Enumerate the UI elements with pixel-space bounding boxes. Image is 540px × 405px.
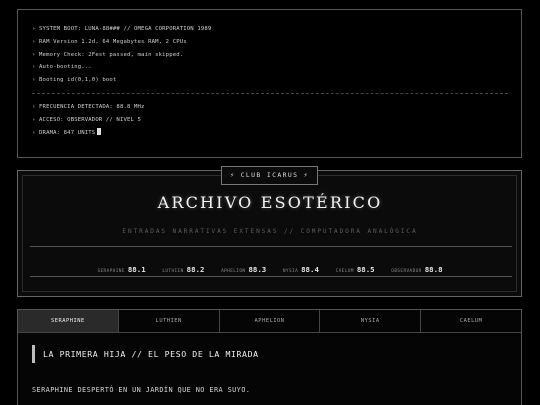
divider (30, 246, 512, 247)
frequency-list: SERAPHINE 88.1 LUTHIEN 88.2 APHELION 88.3 N… (0, 257, 540, 276)
terminal-line: › RAM Version 1.2d, 64 Megabytes RAM, 2 … (32, 38, 187, 45)
terminal-divider (32, 92, 508, 95)
story-text: SERAPHINE DESPERTÓ EN UN JARDÍN QUE NO E… (32, 386, 251, 394)
page-title: ARCHIVO ESOTÉRICO (157, 193, 383, 212)
frequency-value: 88.4 (301, 265, 319, 274)
frequency-name: OBSERVADOR (391, 269, 422, 274)
frequency-name: SERAPHINE (97, 269, 125, 274)
frequency-name: APHELION (221, 269, 246, 274)
frequency-name: LUTHIEN (162, 269, 184, 274)
terminal-line: › SYSTEM BOOT: LUNA-88### // OMEGA CORPO… (32, 26, 212, 32)
club-badge: ⚡ CLUB ICARUS ⚡ (221, 166, 318, 185)
heading-accent-bar (32, 345, 35, 363)
tab-seraphine[interactable]: SERAPHINE (18, 310, 119, 332)
story-title: LA PRIMERA HIJA // EL PESO DE LA MIRADA (43, 349, 259, 359)
page-subtitle: ENTRADAS NARRATIVAS EXTENSAS // COMPUTAD… (122, 228, 418, 235)
terminal-line-drama: › DRAMA: 847 UNITS (32, 127, 521, 140)
tab-aphelion[interactable]: APHELION (220, 310, 321, 332)
frequency-item-luthien: LUTHIEN 88.2 (162, 257, 204, 276)
boot-terminal: › SYSTEM BOOT: LUNA-88### // OMEGA CORPO… (17, 9, 522, 158)
cursor-block (97, 127, 102, 135)
frequency-item-observador: OBSERVADOR 88.8 (391, 257, 442, 276)
story-heading: LA PRIMERA HIJA // EL PESO DE LA MIRADA (32, 345, 258, 363)
frequency-value: 88.5 (356, 265, 375, 274)
character-tabs: SERAPHINE LUTHIEN APHELION NYSIA CAELUM (18, 310, 521, 333)
terminal-line: › Auto-booting... (32, 64, 92, 71)
tab-nysia[interactable]: NYSIA (320, 310, 422, 332)
terminal-line: › Memory Check: 2Fest passed, main skipp… (32, 51, 184, 58)
frequency-name: NYSIA (282, 269, 299, 274)
frequency-item-nysia: NYSIA 88.4 (283, 257, 319, 276)
terminal-line-text: › DRAMA: 847 UNITS (32, 129, 96, 136)
tab-luthien[interactable]: LUTHIEN (119, 310, 220, 332)
terminal-line: › FRECUENCIA DETECTADA: 88.8 MHz (32, 103, 145, 110)
terminal-line: › ACCESO: OBSERVADOR // NIVEL 5 (32, 116, 142, 123)
frequency-item-caelum: CAELUM 88.5 (336, 257, 375, 276)
frequency-value: 88.8 (424, 265, 443, 274)
frequency-value: 88.2 (186, 265, 205, 274)
frequency-item-aphelion: APHELION 88.3 (221, 257, 266, 276)
divider (30, 276, 512, 277)
frequency-value: 88.1 (127, 265, 146, 274)
frequency-name: CAELUM (335, 269, 354, 274)
tab-caelum[interactable]: CAELUM (421, 310, 521, 332)
terminal-line: › Booting id(0,1,0) boot (32, 77, 117, 84)
frequency-item-seraphine: SERAPHINE 88.1 (97, 257, 145, 276)
frequency-value: 88.3 (248, 265, 267, 274)
